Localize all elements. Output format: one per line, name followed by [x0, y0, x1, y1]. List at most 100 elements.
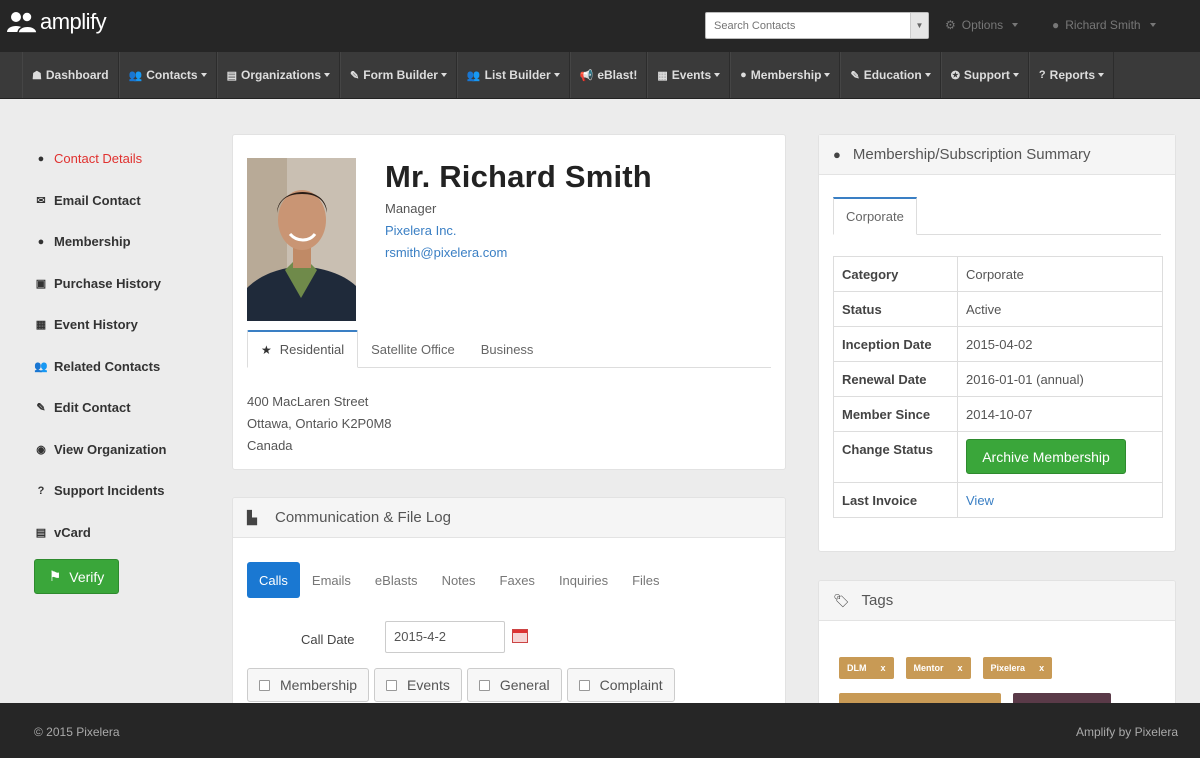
checkbox-box[interactable]	[386, 679, 398, 691]
row-key: Category	[833, 256, 958, 292]
checkbox-box[interactable]	[259, 679, 270, 691]
sidebar-item-view-organization[interactable]: ◉ View Organization	[34, 429, 214, 471]
nav-item-support[interactable]: ✪ Support	[940, 52, 1029, 98]
sidebar-item-event-history[interactable]: ▦ Event History	[34, 304, 214, 346]
panel-header: ▙ Communication & File Log	[233, 498, 785, 538]
tab-corporate[interactable]: Corporate	[833, 197, 917, 235]
panel-header: ● Membership/Subscription Summary	[819, 135, 1175, 175]
nav-item-events[interactable]: ▦ Events	[647, 52, 731, 98]
sidebar-item-email-contact[interactable]: ✉ Email Contact	[34, 180, 214, 222]
nav-item-list-builder[interactable]: 👥 List Builder	[456, 52, 570, 98]
view-invoice-link[interactable]: View	[966, 493, 994, 508]
tab-calls[interactable]: Calls	[247, 562, 300, 598]
email-link[interactable]: rsmith@pixelera.com	[385, 245, 507, 260]
tab-residential[interactable]: ★ Residential	[247, 330, 359, 368]
sidebar-item-purchase-history[interactable]: ▣ Purchase History	[34, 263, 214, 305]
checkbox-box[interactable]	[578, 679, 590, 691]
call-date-input[interactable]: 2015-4-2	[385, 621, 505, 653]
user-icon: ●	[833, 147, 841, 162]
panel-title: Communication & File Log	[275, 509, 451, 526]
checkbox-label: Membership	[280, 677, 358, 693]
sidebar-item-support-incidents[interactable]: ? Support Incidents	[34, 470, 214, 512]
nav-item-contacts[interactable]: 👥 Contacts	[118, 52, 217, 98]
company-link[interactable]: Pixelera Inc.	[385, 223, 457, 238]
sidebar-item-edit-contact[interactable]: ✎ Edit Contact	[34, 387, 214, 429]
star-icon: ★	[261, 342, 272, 357]
checkbox-box[interactable]	[478, 679, 490, 691]
nav-label: Contacts	[146, 68, 198, 82]
address-block: 400 MacLaren Street Ottawa, Ontario K2P0…	[247, 391, 392, 457]
nav-item-reports[interactable]: ? Reports	[1028, 52, 1114, 98]
nav-item-membership[interactable]: ● Membership	[730, 52, 841, 98]
table-row: Inception Date 2015-04-02	[833, 326, 1163, 362]
tags-icon: 🏷	[833, 592, 850, 608]
sidebar-item-label: Email Contact	[54, 192, 141, 208]
tag-remove-icon[interactable]: x	[958, 663, 963, 673]
tag-remove-icon[interactable]: x	[881, 663, 886, 673]
tab-satellite-office[interactable]: Satellite Office	[358, 330, 468, 368]
nav-item-dashboard[interactable]: ☗ Dashboard	[22, 52, 119, 98]
footer: © 2015 Pixelera Amplify by Pixelera	[0, 703, 1200, 758]
tag-remove-icon[interactable]: x	[1039, 663, 1044, 673]
envelope-icon: ✉	[36, 194, 46, 207]
chevron-down-icon	[324, 73, 331, 77]
tab-emails[interactable]: Emails	[300, 562, 363, 598]
panel-header: 🏷 Tags	[819, 581, 1175, 621]
nav-item-eblast[interactable]: 📢 eBlast!	[569, 52, 648, 98]
book-icon: ✎	[850, 69, 860, 82]
archive-membership-button[interactable]: Archive Membership	[966, 439, 1126, 474]
tab-label: Satellite Office	[371, 341, 455, 357]
sidebar-item-label: Edit Contact	[54, 400, 131, 416]
sidebar-item-label: Membership	[54, 234, 131, 250]
tab-label: Business	[480, 341, 534, 357]
table-row: Last Invoice View	[833, 482, 1163, 518]
verify-button[interactable]: ⚑ Verify	[34, 559, 119, 594]
sidebar-item-membership[interactable]: ● Membership	[34, 221, 214, 263]
tag-chip[interactable]: Pixelera x	[982, 657, 1053, 679]
sidebar-item-contact-details[interactable]: ● Contact Details	[34, 138, 214, 180]
sidebar-item-related-contacts[interactable]: 👥 Related Contacts	[34, 346, 214, 388]
tab-eblasts[interactable]: eBlasts	[363, 562, 430, 598]
contact-title: Manager	[385, 201, 437, 216]
tab-business[interactable]: Business	[468, 330, 547, 368]
contact-photo	[247, 158, 356, 321]
nav-item-organizations[interactable]: ▤ Organizations	[216, 52, 341, 98]
nav-item-education[interactable]: ✎ Education	[840, 52, 941, 98]
checkbox-membership[interactable]: Membership	[247, 668, 370, 702]
chevron-down-icon	[440, 73, 447, 77]
contact-name: Mr. Richard Smith	[385, 159, 652, 194]
chevron-down-icon	[1012, 23, 1019, 27]
verify-label: Verify	[69, 568, 105, 585]
options-menu[interactable]: ⚙ Options	[945, 18, 1019, 32]
chevron-down-icon	[200, 73, 207, 77]
tab-faxes[interactable]: Faxes	[488, 562, 547, 598]
dashboard-icon: ☗	[32, 69, 42, 82]
calendar-icon[interactable]	[512, 629, 528, 643]
app-logo[interactable]: amplify	[6, 8, 107, 36]
tag-chip[interactable]: Mentor x	[905, 657, 971, 679]
vcard-icon: ▤	[35, 526, 47, 539]
tags-panel: 🏷 Tags DLM x Mentor x Pixelera x	[818, 580, 1176, 720]
sidebar-item-vcard[interactable]: ▤ vCard	[34, 512, 214, 554]
table-row: Renewal Date 2016-01-01 (annual)	[833, 361, 1163, 397]
search-contacts[interactable]: ▼	[705, 12, 929, 39]
nav-item-form-builder[interactable]: ✎ Form Builder	[340, 52, 457, 98]
gear-icon: ⚙	[945, 18, 956, 32]
chevron-down-icon	[924, 73, 931, 77]
sidebar-item-label: Support Incidents	[54, 483, 165, 499]
search-input[interactable]	[706, 13, 906, 38]
search-dropdown-toggle[interactable]: ▼	[910, 13, 928, 38]
row-key: Last Invoice	[833, 482, 958, 518]
copyright-text: © 2015 Pixelera	[34, 725, 120, 739]
nav-label: List Builder	[484, 68, 551, 82]
tag-chip[interactable]: DLM x	[839, 657, 894, 679]
checkbox-general[interactable]: General	[466, 668, 562, 702]
tab-inquiries[interactable]: Inquiries	[547, 562, 620, 598]
edit-icon: ✎	[36, 402, 46, 415]
checkbox-events[interactable]: Events	[374, 668, 462, 702]
tab-files[interactable]: Files	[620, 562, 671, 598]
checkbox-complaint[interactable]: Complaint	[566, 668, 675, 702]
tab-notes[interactable]: Notes	[430, 562, 488, 598]
user-menu[interactable]: ● Richard Smith	[1052, 18, 1156, 32]
row-value: Active	[957, 291, 1163, 327]
